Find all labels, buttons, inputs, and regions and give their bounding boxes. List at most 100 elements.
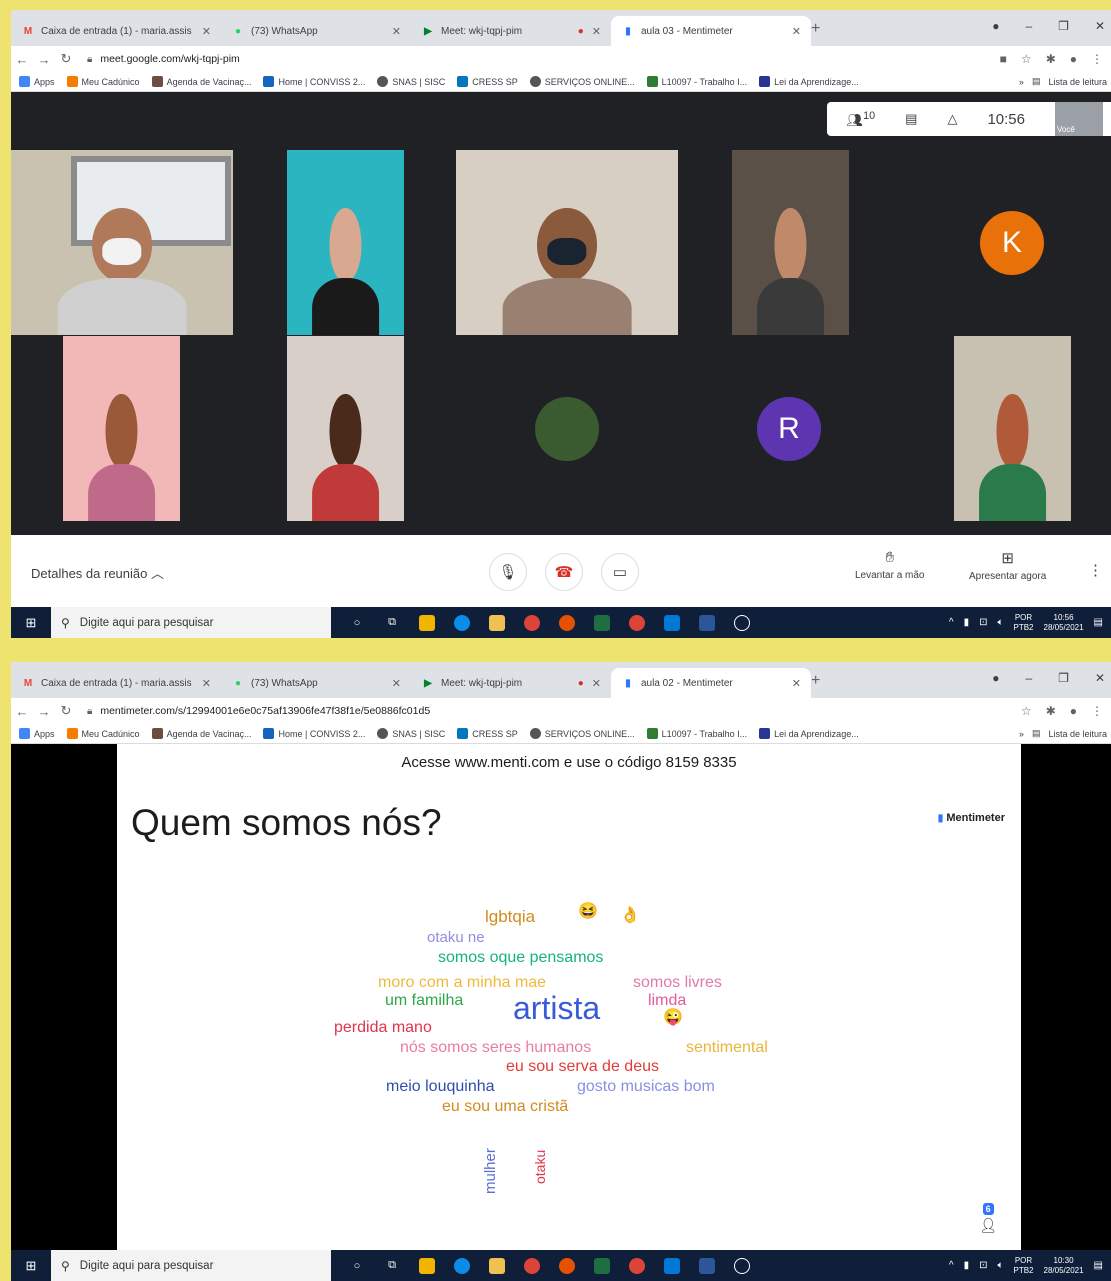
participants-button[interactable]: 👥︎10 [847,110,876,128]
taskbar-clock[interactable]: 10:56 28/05/2021 [1044,613,1084,633]
profile-icon[interactable]: ● [992,671,999,685]
chrome-icon[interactable] [629,614,645,631]
store-icon[interactable] [489,1257,505,1274]
forward-icon[interactable]: → [33,704,55,719]
back-icon[interactable]: ← [11,704,33,719]
address-bar[interactable]: 🔒︎ mentimeter.com/s/12994001e6e0c75af1390… [87,705,430,717]
bookmark-apps[interactable]: Apps [19,728,55,739]
extensions-icon[interactable]: ✱ [1046,52,1056,66]
close-icon[interactable]: ✕ [592,677,601,690]
reading-list-icon[interactable]: ▤ [1032,76,1041,87]
tab-gmail[interactable]: M Caixa de entrada (1) - maria.assis ✕ [11,16,221,46]
bookmark-conviss[interactable]: Home | CONVISS 2... [263,76,365,87]
chrome-icon[interactable] [524,614,540,631]
task-view-icon[interactable]: ⧉ [384,1258,400,1274]
network-icon[interactable]: ⊡ [979,1260,987,1271]
camera-button[interactable]: ▭ [601,553,639,591]
video-tile[interactable] [287,336,404,521]
bookmark-apps[interactable]: Apps [19,76,55,87]
file-explorer-icon[interactable] [419,1257,435,1274]
reading-list[interactable]: Lista de leitura [1048,77,1107,87]
close-icon[interactable]: ✕ [392,25,401,38]
mic-button[interactable]: 🎙︎ [489,553,527,591]
close-icon[interactable]: ✕ [792,677,801,690]
video-tile[interactable] [732,150,849,335]
video-tile[interactable] [456,150,678,335]
windows-start-icon[interactable]: ⊞ [11,615,51,631]
chrome-icon[interactable] [524,1257,540,1274]
bookmark-conviss[interactable]: Home | CONVISS 2... [263,728,365,739]
bookmark-l10097[interactable]: L10097 - Trabalho I... [646,76,747,87]
more-bookmarks-icon[interactable]: » [1019,77,1024,87]
extensions-icon[interactable]: ✱ [1046,704,1056,718]
dell-icon[interactable] [734,1257,750,1274]
close-icon[interactable]: ✕ [202,677,211,690]
bookmark-cress[interactable]: CRESS SP [457,728,518,739]
bookmark-servicos[interactable]: SERVIÇOS ONLINE... [529,728,635,739]
camera-icon[interactable]: ■ [1000,52,1007,66]
task-view-icon[interactable]: ⧉ [384,615,400,631]
tray-app-icon[interactable]: ▮ [964,617,970,628]
notifications-icon[interactable]: ▤ [1094,1260,1103,1271]
tab-whatsapp[interactable]: ● (73) WhatsApp ✕ [221,16,411,46]
menu-icon[interactable]: ⋮ [1091,704,1103,718]
meeting-details-button[interactable]: Detalhes da reunião ︿ [31,563,164,582]
address-bar[interactable]: 🔒︎ meet.google.com/wkj-tqpj-pim [87,53,240,65]
tray-chevron-icon[interactable]: ^ [949,1260,954,1271]
app-icon[interactable] [559,614,575,631]
mail-icon[interactable] [664,614,680,631]
windows-start-icon[interactable]: ⊞ [11,1258,51,1274]
reading-list[interactable]: Lista de leitura [1048,729,1107,739]
tab-mentimeter[interactable]: ▮ aula 02 - Mentimeter ✕ [611,668,811,698]
bookmark-snas[interactable]: SNAS | SISC [377,728,445,739]
file-explorer-icon[interactable] [419,614,435,631]
word-icon[interactable] [699,1257,715,1274]
more-bookmarks-icon[interactable]: » [1019,729,1024,739]
back-icon[interactable]: ← [11,52,33,67]
chrome-icon[interactable] [629,1257,645,1274]
word-icon[interactable] [699,614,715,631]
new-tab-icon[interactable]: + [811,20,820,38]
taskbar-clock[interactable]: 10:30 28/05/2021 [1044,1256,1084,1276]
bookmark-cadunico[interactable]: Meu Cadúnico [66,728,140,739]
video-tile[interactable]: R [678,336,900,521]
excel-icon[interactable] [594,1257,610,1274]
close-icon[interactable]: ✕ [392,677,401,690]
activities-icon[interactable]: △ [947,111,957,127]
bookmark-l10097[interactable]: L10097 - Trabalho I... [646,728,747,739]
bookmark-cress[interactable]: CRESS SP [457,76,518,87]
close-window-icon[interactable]: ✕ [1095,671,1105,685]
tray-chevron-icon[interactable]: ^ [949,617,954,628]
reload-icon[interactable]: ↻ [55,51,77,67]
avatar-icon[interactable]: ● [1070,52,1077,66]
minimize-icon[interactable]: – [1025,671,1032,685]
maximize-icon[interactable]: ❐ [1058,19,1069,33]
video-tile[interactable] [456,336,678,521]
bookmark-cadunico[interactable]: Meu Cadúnico [66,76,140,87]
maximize-icon[interactable]: ❐ [1058,671,1069,685]
video-tile[interactable] [11,150,233,335]
chat-icon[interactable]: ▤ [905,111,917,127]
menu-icon[interactable]: ⋮ [1091,52,1103,66]
video-tile[interactable] [63,336,180,521]
video-tile[interactable] [954,336,1071,521]
bookmark-aprendizagem[interactable]: Lei da Aprendizage... [759,76,859,87]
cortana-icon[interactable]: ○ [349,1258,365,1274]
language-indicator[interactable]: POR PTB2 [1013,1256,1033,1276]
cortana-icon[interactable]: ○ [349,615,365,631]
close-icon[interactable]: ✕ [592,25,601,38]
more-options-icon[interactable]: ⋮ [1088,561,1103,579]
volume-icon[interactable]: 🔈︎ [997,1260,1003,1271]
video-tile[interactable]: K [901,150,1111,335]
tab-mentimeter[interactable]: ▮ aula 03 - Mentimeter ✕ [611,16,811,46]
video-tile[interactable] [287,150,404,335]
taskbar-search[interactable]: ⚲ Digite aqui para pesquisar [51,1250,331,1281]
end-call-button[interactable]: ☎︎ [545,553,583,591]
bookmark-vacina[interactable]: Agenda de Vacinaç... [151,76,251,87]
bookmark-servicos[interactable]: SERVIÇOS ONLINE... [529,76,635,87]
close-icon[interactable]: ✕ [202,25,211,38]
edge-icon[interactable] [454,614,470,631]
taskbar-search[interactable]: ⚲ Digite aqui para pesquisar [51,607,331,638]
app-icon[interactable] [559,1257,575,1274]
tray-app-icon[interactable]: ▮ [964,1260,970,1271]
